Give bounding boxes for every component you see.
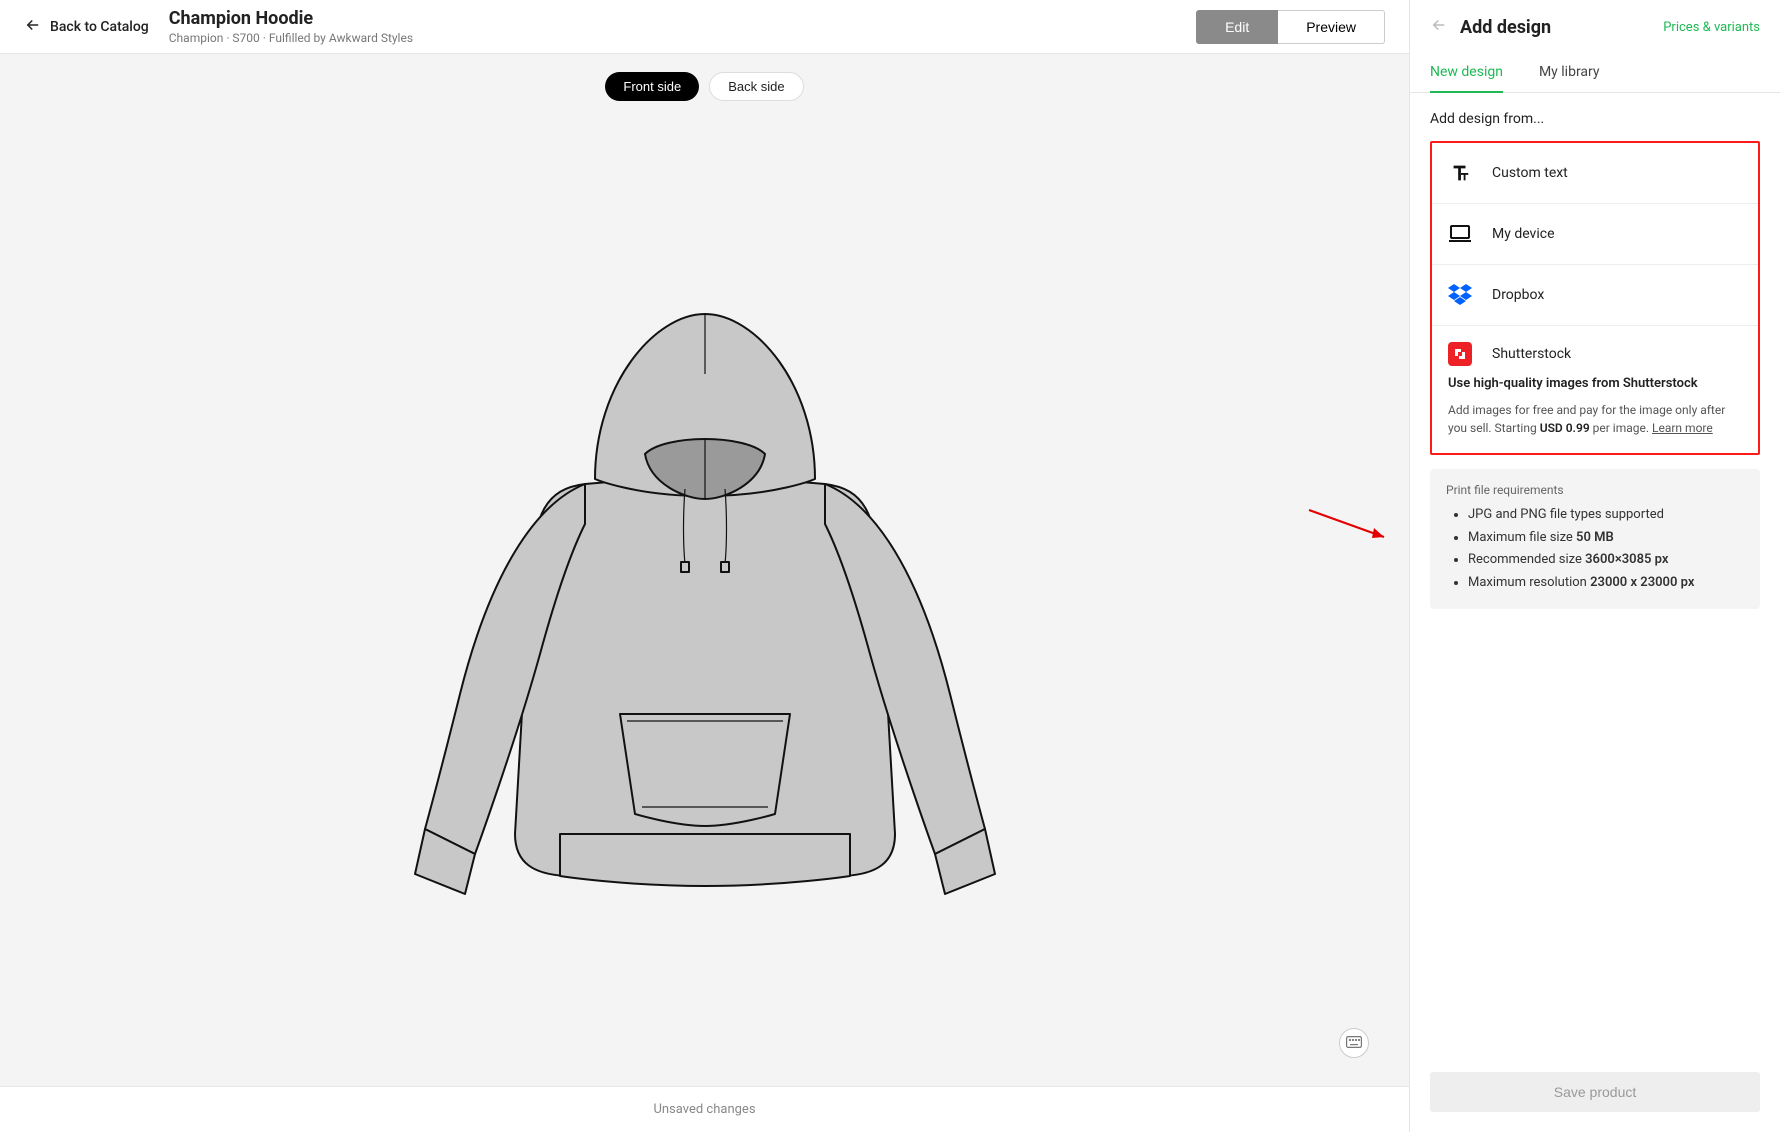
top-bar: Back to Catalog Champion Hoodie Champion… xyxy=(0,0,1409,54)
add-design-from-label: Add design from... xyxy=(1430,111,1760,127)
prices-variants-link[interactable]: Prices & variants xyxy=(1663,20,1760,35)
dropbox-icon xyxy=(1448,283,1472,307)
arrow-left-icon xyxy=(24,16,42,38)
keyboard-icon xyxy=(1346,1036,1362,1051)
panel-title: Add design xyxy=(1460,17,1551,38)
text-icon xyxy=(1448,161,1472,185)
requirement-item: Maximum file size 50 MB xyxy=(1468,528,1744,548)
requirement-item: JPG and PNG file types supported xyxy=(1468,505,1744,525)
unsaved-changes-label: Unsaved changes xyxy=(653,1102,755,1117)
source-my-device[interactable]: My device xyxy=(1432,203,1758,264)
source-custom-text[interactable]: Custom text xyxy=(1432,143,1758,203)
side-panel-footer: Save product xyxy=(1410,1056,1780,1132)
source-shutterstock[interactable]: Shutterstock Use high-quality images fro… xyxy=(1432,325,1758,453)
shutterstock-description: Add images for free and pay for the imag… xyxy=(1448,401,1742,437)
preview-button[interactable]: Preview xyxy=(1278,10,1385,44)
hoodie-illustration: .ln{fill:#c8c8c8;stroke:#111;stroke-widt… xyxy=(365,274,1045,914)
keyboard-shortcuts-button[interactable] xyxy=(1339,1028,1369,1058)
edit-button[interactable]: Edit xyxy=(1196,10,1278,44)
status-bar: Unsaved changes xyxy=(0,1086,1409,1132)
back-label: Back to Catalog xyxy=(50,19,149,35)
side-panel-header: Add design Prices & variants xyxy=(1410,0,1780,54)
panel-tabs: New design My library xyxy=(1410,54,1780,93)
product-title: Champion Hoodie xyxy=(169,8,413,29)
requirement-item: Recommended size 3600×3085 px xyxy=(1468,550,1744,570)
design-source-list: Custom text My device xyxy=(1430,141,1760,455)
source-label: Custom text xyxy=(1492,165,1568,181)
product-preview: .ln{fill:#c8c8c8;stroke:#111;stroke-widt… xyxy=(0,101,1409,1086)
source-label: My device xyxy=(1492,226,1555,242)
tab-my-library[interactable]: My library xyxy=(1539,54,1600,92)
source-dropbox[interactable]: Dropbox xyxy=(1432,264,1758,325)
canvas-area: Front side Back side .ln{fill:#c8c8c8;st… xyxy=(0,54,1409,1086)
requirements-title: Print file requirements xyxy=(1446,483,1744,497)
print-side-toggle: Front side Back side xyxy=(605,72,803,101)
arrow-left-icon xyxy=(1430,16,1448,34)
mode-toggle: Edit Preview xyxy=(1196,10,1385,44)
panel-back-button[interactable] xyxy=(1430,16,1448,38)
front-side-button[interactable]: Front side xyxy=(605,72,699,101)
back-side-button[interactable]: Back side xyxy=(709,72,803,101)
learn-more-link[interactable]: Learn more xyxy=(1652,421,1713,435)
laptop-icon xyxy=(1448,222,1472,246)
product-subtitle: Champion · S700 · Fulfilled by Awkward S… xyxy=(169,31,413,45)
save-product-button[interactable]: Save product xyxy=(1430,1072,1760,1112)
requirement-item: Maximum resolution 23000 x 23000 px xyxy=(1468,573,1744,593)
source-label: Shutterstock xyxy=(1492,346,1571,362)
print-file-requirements: Print file requirements JPG and PNG file… xyxy=(1430,469,1760,609)
source-label: Dropbox xyxy=(1492,287,1544,303)
back-to-catalog-link[interactable]: Back to Catalog xyxy=(24,16,149,38)
shutterstock-icon xyxy=(1448,342,1472,366)
tab-new-design[interactable]: New design xyxy=(1430,54,1503,92)
shutterstock-heading: Use high-quality images from Shutterstoc… xyxy=(1448,376,1742,391)
product-title-block: Champion Hoodie Champion · S700 · Fulfil… xyxy=(169,8,413,45)
